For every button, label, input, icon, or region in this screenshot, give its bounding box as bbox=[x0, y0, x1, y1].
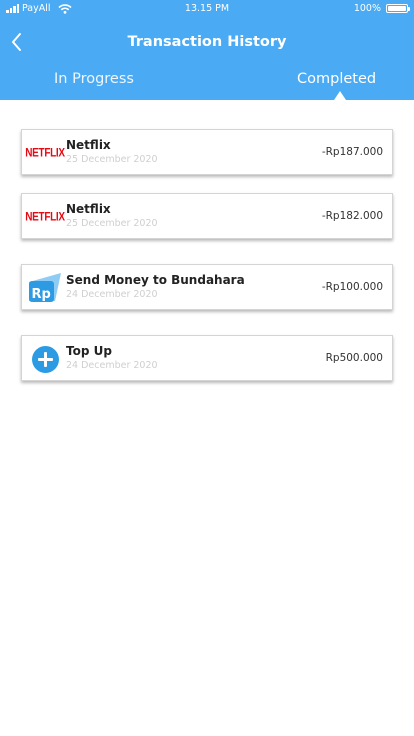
transaction-card[interactable]: NETFLIX Netflix 25 December 2020 -Rp182.… bbox=[21, 193, 393, 239]
battery-level bbox=[388, 6, 406, 11]
transaction-date: 24 December 2020 bbox=[66, 289, 158, 300]
transaction-amount: -Rp182.000 bbox=[321, 210, 383, 222]
transaction-amount: -Rp100.000 bbox=[321, 281, 383, 293]
transaction-name: Netflix bbox=[66, 138, 111, 152]
transaction-name: Send Money to Bundahara bbox=[66, 273, 245, 287]
netflix-logo: NETFLIX bbox=[25, 136, 65, 170]
netflix-logo-text: NETFLIX bbox=[25, 210, 65, 224]
transaction-date: 25 December 2020 bbox=[66, 154, 158, 165]
transaction-name: Netflix bbox=[66, 202, 111, 216]
tab-in-progress[interactable]: In Progress bbox=[54, 71, 134, 87]
plus-circle-icon bbox=[31, 345, 59, 373]
tab-completed[interactable]: Completed bbox=[297, 71, 376, 87]
transaction-amount: Rp500.000 bbox=[325, 352, 383, 364]
transaction-name: Top Up bbox=[66, 344, 112, 358]
status-time: 13.15 PM bbox=[184, 3, 230, 14]
battery-icon bbox=[386, 4, 410, 13]
top-up-logo bbox=[28, 342, 62, 376]
send-money-icon: Rp bbox=[29, 273, 61, 302]
transaction-date: 24 December 2020 bbox=[66, 360, 158, 371]
app-header: PayAll 13.15 PM 100% Transaction History… bbox=[0, 0, 414, 100]
send-money-logo-text: Rp bbox=[32, 287, 51, 302]
status-right: 100% bbox=[353, 3, 410, 14]
netflix-logo: NETFLIX bbox=[25, 200, 65, 234]
transaction-amount: -Rp187.000 bbox=[321, 146, 383, 158]
active-tab-indicator bbox=[334, 91, 346, 100]
transaction-card[interactable]: Top Up 24 December 2020 Rp500.000 bbox=[21, 335, 393, 381]
transaction-card[interactable]: NETFLIX Netflix 25 December 2020 -Rp187.… bbox=[21, 129, 393, 175]
transaction-date: 25 December 2020 bbox=[66, 218, 158, 229]
netflix-logo-text: NETFLIX bbox=[25, 146, 65, 160]
transaction-card[interactable]: Rp Send Money to Bundahara 24 December 2… bbox=[21, 264, 393, 310]
status-bar: PayAll 13.15 PM 100% bbox=[0, 0, 414, 18]
battery-percentage: 100% bbox=[353, 3, 381, 14]
page-title: Transaction History bbox=[127, 34, 287, 50]
